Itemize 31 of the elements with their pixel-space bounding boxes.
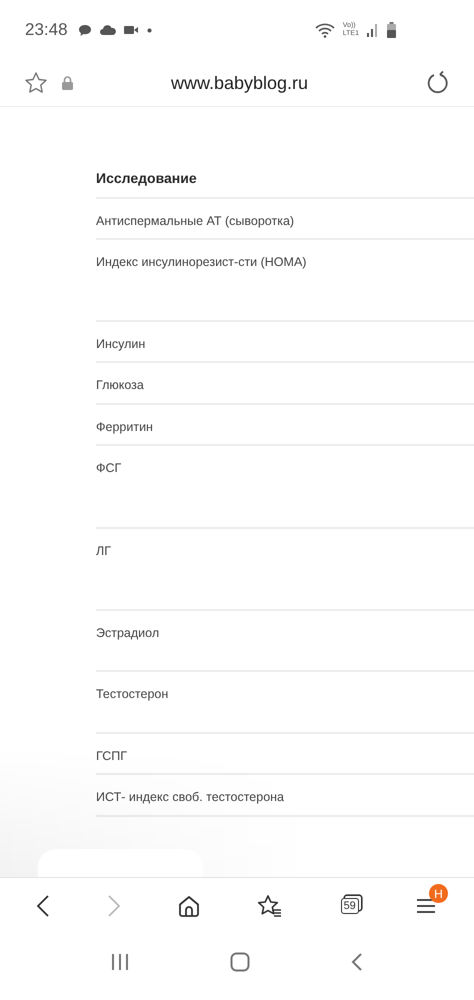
table-cell: Глюкоза bbox=[96, 378, 144, 392]
back-nav-icon[interactable] bbox=[351, 953, 364, 971]
dot-icon bbox=[146, 28, 152, 32]
table-cell: Эстрадиол bbox=[96, 626, 160, 640]
notification-badge: H bbox=[428, 884, 448, 903]
signal-icon bbox=[367, 23, 379, 37]
wifi-icon bbox=[314, 22, 335, 38]
menu-icon[interactable] bbox=[416, 898, 436, 914]
table-cell: Тестостерон bbox=[96, 687, 168, 701]
cloud-icon bbox=[100, 25, 116, 35]
table-cell: Ферритин bbox=[96, 420, 153, 434]
table-cell: ФСГ bbox=[96, 461, 122, 475]
reload-icon[interactable] bbox=[426, 71, 450, 95]
home-button-icon[interactable] bbox=[230, 952, 250, 972]
recent-apps-icon[interactable] bbox=[110, 953, 129, 971]
table-cell: ИСТ- индекс своб. тестостерона bbox=[96, 790, 284, 804]
home-icon[interactable] bbox=[178, 895, 200, 917]
battery-icon bbox=[387, 22, 396, 38]
table-cell: Индекс инсулинорезист-сти (HOMA) bbox=[96, 255, 306, 269]
table-cell: Антиспермальные АТ (сыворотка) bbox=[96, 214, 294, 228]
table-cell: Инсулин bbox=[96, 337, 146, 351]
chat-icon bbox=[78, 24, 92, 36]
back-icon[interactable] bbox=[36, 895, 50, 917]
star-icon[interactable] bbox=[24, 71, 48, 95]
table-cell: ЛГ bbox=[96, 544, 111, 558]
video-camera-icon bbox=[124, 25, 139, 35]
column-header: Исследование bbox=[96, 170, 197, 186]
url-text[interactable]: www.babyblog.ru bbox=[87, 72, 392, 94]
status-time: 23:48 bbox=[25, 20, 68, 40]
table-cell: ГСПГ bbox=[96, 749, 127, 763]
bookmarks-icon[interactable] bbox=[257, 894, 284, 918]
